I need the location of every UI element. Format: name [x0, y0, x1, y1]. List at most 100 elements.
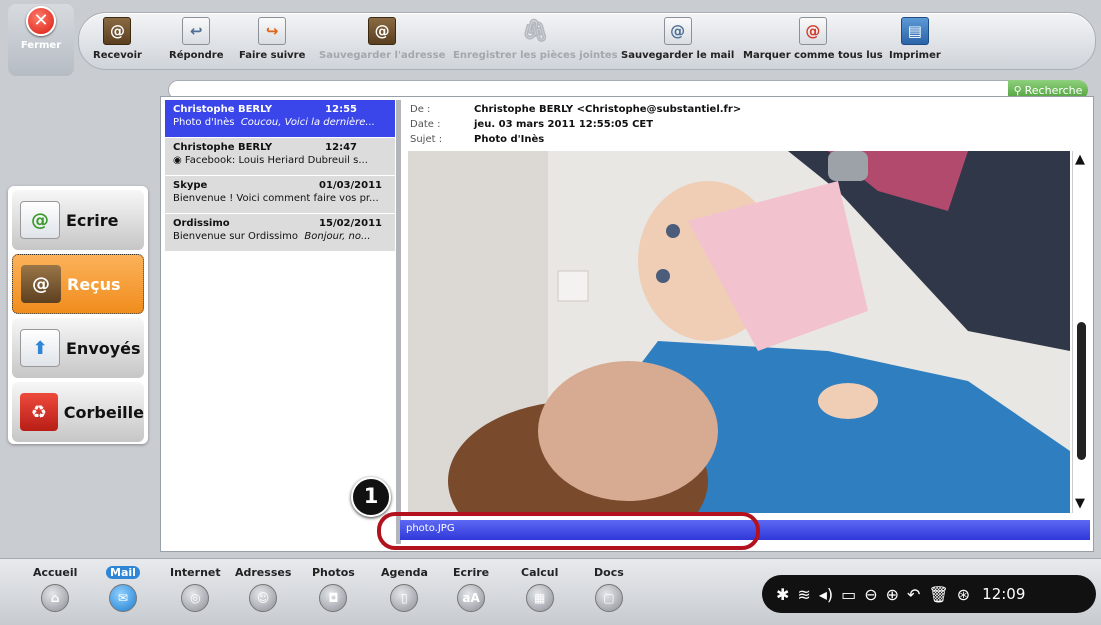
printer-icon: ▤: [900, 17, 929, 45]
dock-docs[interactable]: Docs ▢: [594, 566, 624, 612]
save-address-button[interactable]: @ Sauvegarder l'adresse: [319, 17, 445, 61]
calendar-icon: ▯: [390, 584, 419, 612]
message-preview: Bonjour, no...: [304, 231, 371, 242]
dock-internet[interactable]: Internet ◎: [170, 566, 221, 612]
print-label: Imprimer: [889, 50, 941, 61]
folder-trash-label: Corbeille: [63, 402, 144, 422]
message-preview: Coucou, Voici la dernière...: [240, 117, 375, 128]
trash-icon: ♻: [20, 393, 58, 431]
inbox-receive-icon: @: [103, 17, 132, 45]
date-label: Date :: [410, 119, 441, 130]
message-sender: Christophe BERLY: [173, 104, 273, 115]
scroll-up-arrow-icon[interactable]: ▲: [1075, 152, 1085, 167]
battery-icon[interactable]: ▭: [841, 585, 856, 604]
message-sender: Christophe BERLY: [173, 142, 273, 153]
scroll-down-arrow-icon[interactable]: ▼: [1075, 496, 1085, 511]
folder-panel: @ Ecrire @ Reçus ⬆ Envoyés ♻ Corbeille: [8, 186, 148, 444]
home-icon: ⌂: [41, 584, 70, 612]
message-sender: Ordissimo: [173, 218, 230, 229]
folder-inbox[interactable]: @ Reçus: [12, 254, 144, 314]
contacts-icon: ☺: [249, 584, 278, 612]
dock-docs-label: Docs: [594, 566, 624, 579]
folder-write-label: Ecrire: [66, 210, 119, 230]
scrollbar-thumb[interactable]: [1077, 322, 1086, 460]
undo-icon[interactable]: ↶: [907, 585, 920, 604]
trash-tray-icon[interactable]: 🗑: [928, 585, 948, 604]
wifi-icon[interactable]: ≋: [797, 585, 810, 604]
receive-label: Recevoir: [93, 50, 142, 61]
subject-value: Photo d'Inès: [474, 134, 545, 145]
message-time: 15/02/2011: [319, 218, 382, 229]
message-time: 01/03/2011: [319, 180, 382, 191]
receive-button[interactable]: @ Recevoir: [93, 17, 142, 61]
documents-icon: ▢: [594, 584, 623, 612]
list-item[interactable]: Christophe BERLY 12:47 ◉ Facebook: Louis …: [165, 138, 395, 176]
dock-calc[interactable]: Calcul ▦: [521, 566, 558, 612]
dock-internet-label: Internet: [170, 566, 221, 579]
dock-agenda[interactable]: Agenda ▯: [381, 566, 428, 612]
folder-write[interactable]: @ Ecrire: [12, 190, 144, 250]
print-button[interactable]: ▤ Imprimer: [889, 17, 941, 61]
save-attachments-label: Enregistrer les pièces jointes: [453, 50, 618, 61]
mark-all-read-button[interactable]: @ Marquer comme tous lus: [743, 17, 883, 61]
help-icon[interactable]: ⊛: [957, 585, 970, 604]
highlight-ring: [377, 512, 760, 550]
folder-inbox-label: Reçus: [67, 274, 121, 294]
folder-sent[interactable]: ⬆ Envoyés: [12, 318, 144, 378]
dock-addresses-label: Adresses: [235, 566, 292, 579]
dock-agenda-label: Agenda: [381, 566, 428, 579]
volume-icon[interactable]: ◂): [819, 585, 833, 604]
forward-label: Faire suivre: [239, 50, 306, 61]
dock-mail-label: Mail: [106, 566, 140, 579]
tools-icon[interactable]: ✱: [776, 585, 789, 604]
compose-icon: @: [20, 201, 60, 239]
message-time: 12:55: [325, 104, 357, 115]
paperclip-icon: 🖇: [521, 18, 550, 44]
forward-button[interactable]: ↪ Faire suivre: [239, 17, 305, 61]
mark-read-icon: @: [798, 17, 827, 45]
list-item[interactable]: Ordissimo 15/02/2011 Bienvenue sur Ordiss…: [165, 214, 395, 252]
zoom-in-icon[interactable]: ⊕: [886, 585, 899, 604]
subject-label: Sujet :: [410, 134, 443, 145]
unread-dot-icon: ◉: [173, 155, 182, 166]
dock-photos[interactable]: Photos ◘: [312, 566, 355, 612]
save-attachments-button[interactable]: 🖇 Enregistrer les pièces jointes: [453, 17, 618, 62]
dock-mail[interactable]: Mail ✉: [106, 566, 140, 612]
dock-home[interactable]: Accueil ⌂: [33, 566, 77, 612]
message-time: 12:47: [325, 142, 357, 153]
pane-divider[interactable]: [396, 100, 401, 544]
sent-icon: ⬆: [20, 329, 60, 367]
message-subject: Bienvenue ! Voici comment faire vos pr..…: [173, 193, 379, 204]
save-mail-label: Sauvegarder le mail: [621, 50, 735, 61]
list-item[interactable]: Skype 01/03/2011 Bienvenue ! Voici commen…: [165, 176, 395, 214]
clock: 12:09: [982, 585, 1026, 603]
attached-photo: [408, 151, 1070, 513]
forward-icon: ↪: [258, 17, 287, 45]
step-badge: 1: [351, 477, 391, 517]
close-button[interactable]: ✕ Fermer: [14, 6, 68, 66]
from-label: De :: [410, 104, 431, 115]
dock-write[interactable]: Ecrire aA: [453, 566, 489, 612]
folder-sent-label: Envoyés: [66, 338, 141, 358]
dock-addresses[interactable]: Adresses ☺: [235, 566, 291, 612]
camera-icon: ◘: [319, 584, 348, 612]
zoom-out-icon[interactable]: ⊖: [864, 585, 877, 604]
message-subject: Photo d'Inès: [173, 117, 235, 128]
address-book-add-icon: @: [368, 17, 397, 45]
reply-button[interactable]: ↩ Répondre: [169, 17, 224, 61]
save-mail-icon: @: [663, 17, 692, 45]
close-label: Fermer: [20, 40, 62, 51]
inbox-icon: @: [21, 265, 61, 303]
message-sender: Skype: [173, 180, 208, 191]
system-tray: ✱ ≋ ◂) ▭ ⊖ ⊕ ↶ 🗑 ⊛ 12:09: [762, 575, 1096, 613]
list-item[interactable]: Christophe BERLY 12:55 Photo d'Inès Couco…: [165, 100, 395, 138]
dock-calc-label: Calcul: [521, 566, 559, 579]
calculator-icon: ▦: [525, 584, 554, 612]
date-value: jeu. 03 mars 2011 12:55:05 CET: [474, 119, 654, 130]
folder-trash[interactable]: ♻ Corbeille: [12, 382, 144, 442]
message-header: De : Christophe BERLY <Christophe@substan…: [402, 100, 1090, 150]
mail-icon: ✉: [108, 584, 137, 612]
main-toolbar: @ Recevoir ↩ Répondre ↪ Faire suivre @ S…: [78, 12, 1096, 70]
save-mail-button[interactable]: @ Sauvegarder le mail: [621, 17, 734, 61]
search-label: Recherche: [1024, 83, 1083, 97]
